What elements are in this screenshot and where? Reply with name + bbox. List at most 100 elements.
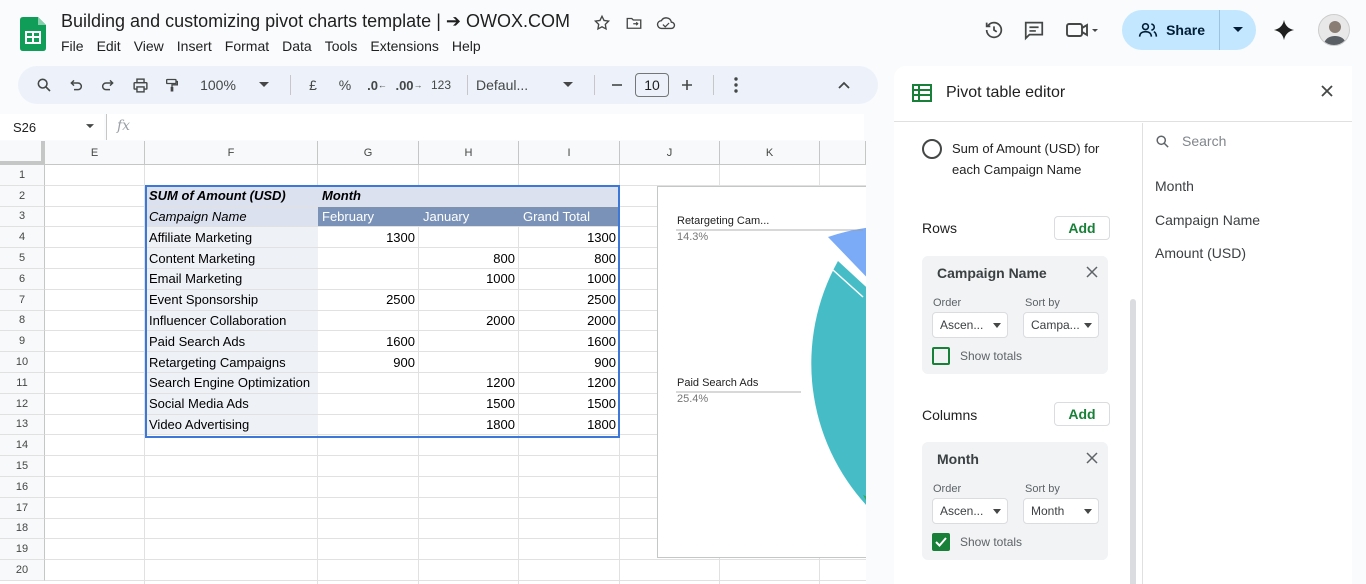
row-header[interactable]: 19: [0, 539, 45, 561]
row-header[interactable]: 20: [0, 560, 45, 581]
add-row-button[interactable]: Add: [1054, 216, 1110, 240]
redo-icon[interactable]: [94, 71, 122, 99]
percent-format-button[interactable]: %: [331, 71, 359, 99]
columns-order-select[interactable]: Ascen...: [932, 498, 1008, 524]
increase-decimal-button[interactable]: .00 →: [395, 71, 423, 99]
menu-insert[interactable]: Insert: [177, 38, 218, 54]
comments-icon[interactable]: [1014, 10, 1054, 50]
columns-show-totals-label[interactable]: Show totals: [960, 535, 1022, 549]
row-header[interactable]: 7: [0, 289, 45, 311]
pivot-cell[interactable]: Video Advertising: [145, 414, 318, 435]
pivot-cell[interactable]: 1800: [519, 415, 620, 435]
column-header[interactable]: G: [318, 141, 419, 165]
pivot-cell[interactable]: Campaign Name: [145, 206, 318, 227]
row-header[interactable]: 3: [0, 206, 45, 228]
pivot-cell[interactable]: [318, 269, 419, 289]
field-item-campaign-name[interactable]: Campaign Name: [1155, 212, 1260, 228]
select-all-corner[interactable]: [0, 141, 45, 165]
menu-format[interactable]: Format: [225, 38, 275, 54]
row-header[interactable]: 11: [0, 373, 45, 394]
pivot-cell[interactable]: Email Marketing: [145, 269, 318, 289]
pivot-cell[interactable]: Retargeting Campaigns: [145, 352, 318, 372]
pivot-cell[interactable]: 1500: [419, 394, 519, 414]
pivot-cell[interactable]: 2500: [519, 290, 620, 310]
pivot-cell[interactable]: [318, 373, 419, 393]
pivot-cell[interactable]: Paid Search Ads: [145, 331, 318, 352]
row-header[interactable]: 18: [0, 518, 45, 540]
pivot-cell[interactable]: 1200: [519, 373, 620, 393]
font-select[interactable]: Defaul...: [476, 71, 550, 99]
row-header[interactable]: 14: [0, 435, 45, 457]
row-header[interactable]: 9: [0, 331, 45, 353]
pivot-cell[interactable]: [419, 352, 519, 372]
paint-format-icon[interactable]: [158, 71, 186, 99]
value-option-radio[interactable]: [922, 139, 942, 159]
move-folder-icon[interactable]: [624, 13, 644, 33]
pie-chart[interactable]: Retargeting Cam... 14.3% Paid Search Ads…: [657, 186, 866, 558]
search-menus-icon[interactable]: [30, 71, 58, 99]
menu-tools[interactable]: Tools: [325, 38, 364, 54]
row-header[interactable]: 4: [0, 227, 45, 249]
pivot-cell[interactable]: [318, 311, 419, 331]
document-title[interactable]: Building and customizing pivot charts te…: [61, 11, 570, 32]
increase-font-size-icon[interactable]: [673, 71, 701, 99]
column-header[interactable]: E: [45, 141, 145, 165]
row-header[interactable]: 15: [0, 456, 45, 477]
rows-show-totals-checkbox[interactable]: [932, 347, 950, 365]
fields-search[interactable]: Search: [1155, 133, 1226, 149]
pivot-cell[interactable]: [318, 394, 419, 414]
spreadsheet-grid[interactable]: EFGHIJK 1 2 3 4 5 6 7 8 9 10 11 12 13 14 15 16 17 18 19 20 …: [0, 141, 866, 584]
row-header[interactable]: 17: [0, 497, 45, 519]
pivot-cell[interactable]: Month: [318, 185, 419, 206]
version-history-icon[interactable]: [974, 10, 1014, 50]
menu-view[interactable]: View: [134, 38, 170, 54]
zoom-select[interactable]: 100%: [190, 71, 246, 99]
row-header[interactable]: 10: [0, 352, 45, 373]
remove-column-field-icon[interactable]: [1086, 452, 1098, 464]
font-size-input[interactable]: 10: [635, 73, 669, 97]
rows-show-totals-label[interactable]: Show totals: [960, 349, 1022, 363]
column-header[interactable]: I: [519, 141, 620, 165]
pivot-cell[interactable]: 2500: [318, 290, 419, 310]
sheets-logo-icon[interactable]: [20, 17, 46, 51]
pivot-cell[interactable]: Search Engine Optimization: [145, 373, 318, 393]
currency-format-button[interactable]: £: [299, 71, 327, 99]
pivot-cell[interactable]: [419, 290, 519, 310]
column-header[interactable]: F: [145, 141, 318, 165]
print-icon[interactable]: [126, 71, 154, 99]
pivot-cell[interactable]: 1600: [519, 331, 620, 351]
zoom-chevron-down-icon[interactable]: [250, 71, 278, 99]
pivot-cell[interactable]: Affiliate Marketing: [145, 227, 318, 248]
remove-row-field-icon[interactable]: [1086, 266, 1098, 278]
meet-icon[interactable]: [1054, 10, 1110, 50]
row-header[interactable]: 1: [0, 165, 45, 186]
pivot-cell[interactable]: 900: [318, 352, 419, 372]
pivot-cell[interactable]: [318, 415, 419, 435]
decrease-decimal-button[interactable]: .0 ←: [363, 71, 391, 99]
row-header[interactable]: 2: [0, 185, 45, 207]
undo-icon[interactable]: [62, 71, 90, 99]
value-option-label[interactable]: Sum of Amount (USD) for each Campaign Na…: [952, 138, 1102, 180]
pivot-cell[interactable]: Content Marketing: [145, 248, 318, 268]
menu-help[interactable]: Help: [452, 38, 487, 54]
pivot-cell[interactable]: 1000: [519, 269, 620, 289]
pivot-cell[interactable]: [419, 227, 519, 247]
rows-sort-select[interactable]: Campa...: [1023, 312, 1099, 338]
row-header[interactable]: 13: [0, 414, 45, 436]
column-header[interactable]: [820, 141, 866, 165]
cloud-status-icon[interactable]: [656, 13, 676, 33]
menu-file[interactable]: File: [61, 38, 90, 54]
collapse-menus-icon[interactable]: [830, 71, 858, 99]
pivot-cell[interactable]: Influencer Collaboration: [145, 310, 318, 331]
pivot-cell[interactable]: 900: [519, 352, 620, 372]
pivot-cell[interactable]: 1500: [519, 394, 620, 414]
menu-data[interactable]: Data: [282, 38, 318, 54]
row-header[interactable]: 8: [0, 310, 45, 332]
columns-sort-select[interactable]: Month: [1023, 498, 1099, 524]
pivot-cell[interactable]: 1300: [318, 227, 419, 247]
close-icon[interactable]: [1320, 84, 1334, 98]
pivot-cell[interactable]: 1600: [318, 331, 419, 351]
share-main-button[interactable]: Share: [1122, 10, 1220, 50]
column-header[interactable]: K: [720, 141, 820, 165]
more-formats-button[interactable]: 123: [427, 71, 455, 99]
